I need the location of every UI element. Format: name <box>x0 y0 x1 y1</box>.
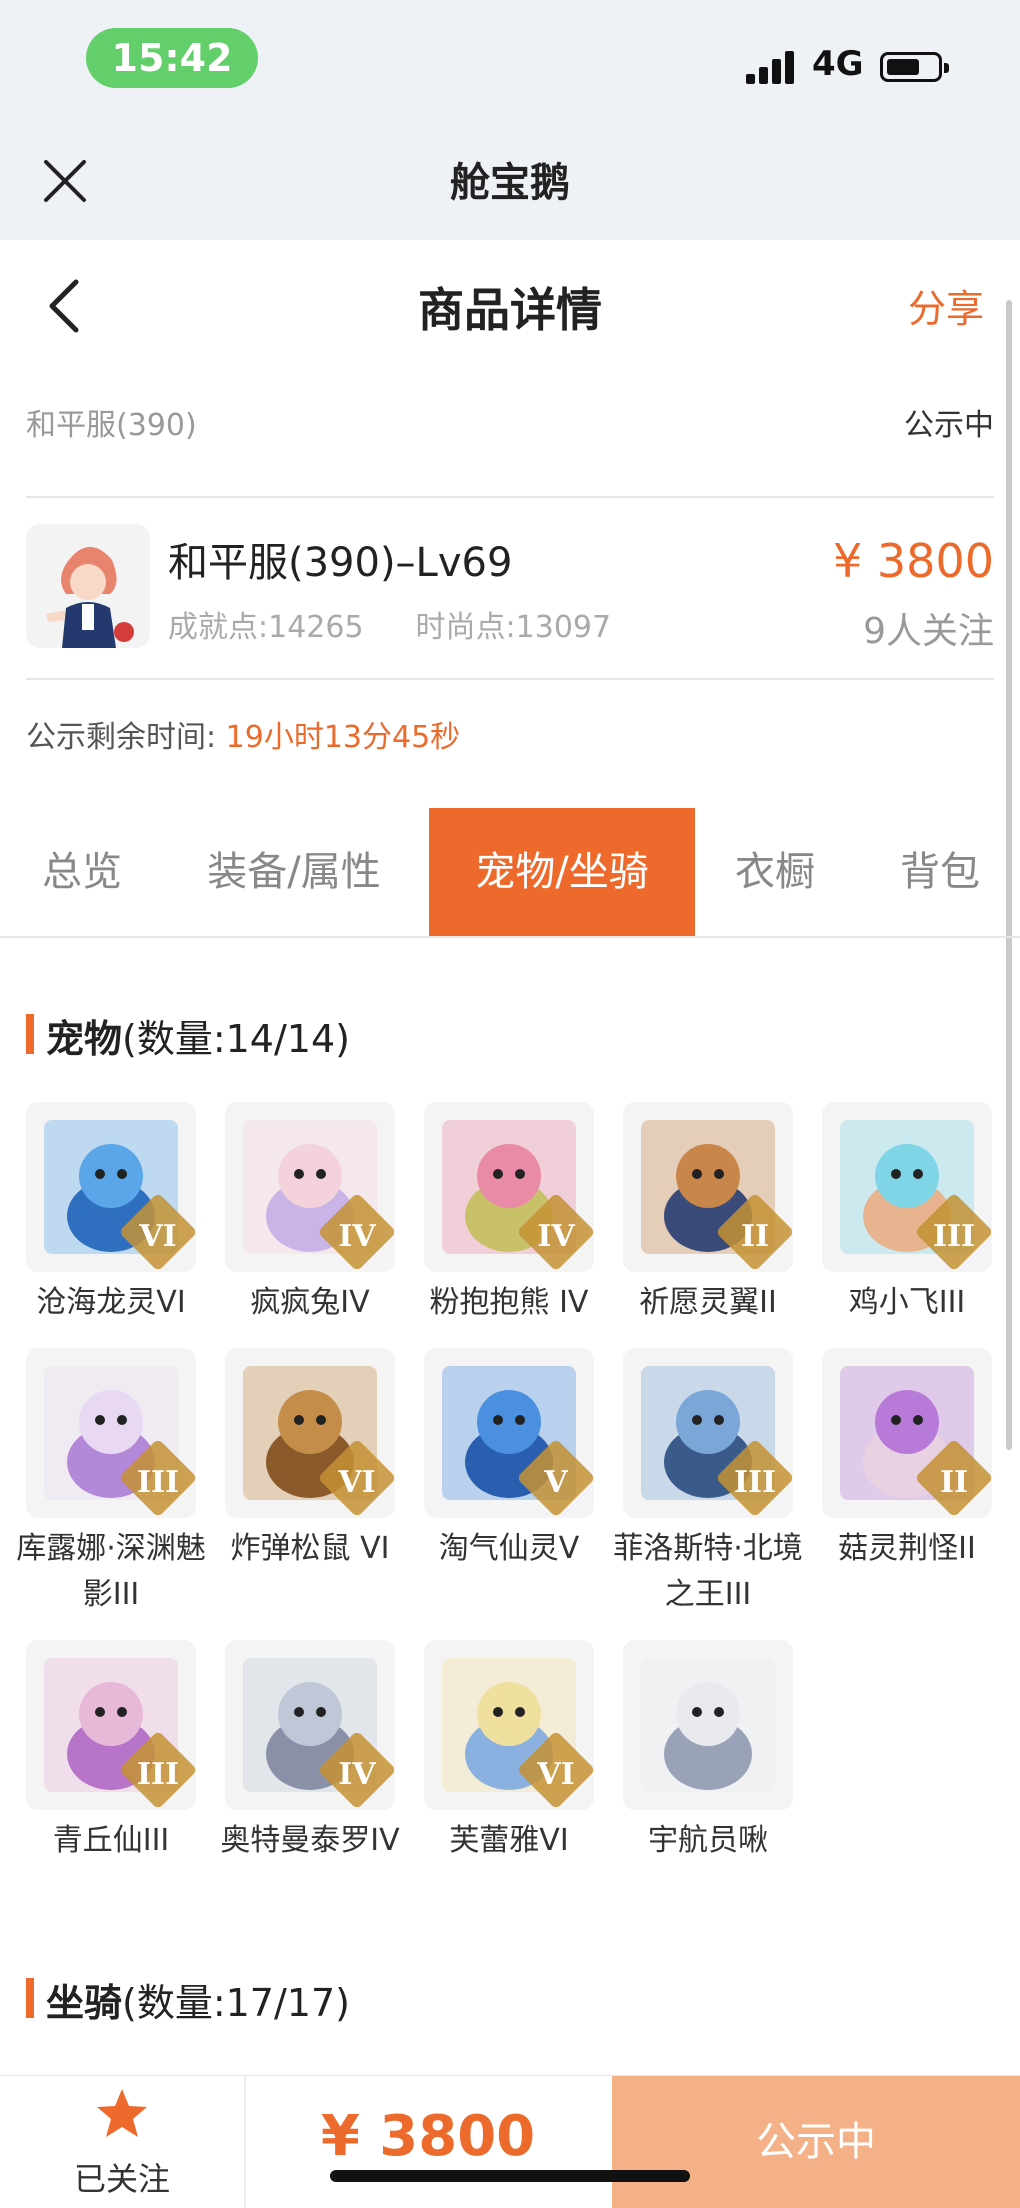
pet-thumbnail: III <box>822 1102 992 1272</box>
pet-name: 炸弹松鼠 VI <box>230 1531 390 1566</box>
action-button[interactable]: 公示中 <box>612 2076 1020 2208</box>
pet-item[interactable]: III 库露娜·深渊魅影III <box>16 1348 206 1618</box>
grade-badge-text: VI <box>338 1465 376 1500</box>
pet-thumbnail: IV <box>424 1102 594 1272</box>
server-name: 和平服(390) <box>26 408 197 443</box>
tab-pets-mounts[interactable]: 宠物/坐骑 <box>429 808 695 936</box>
network-type: 4G <box>812 44 864 84</box>
app-title: 舱宝鹅 <box>450 160 570 206</box>
pet-thumbnail: IV <box>225 1640 395 1810</box>
fashion-points: 时尚点:13097 <box>415 610 612 645</box>
pet-thumbnail: III <box>623 1348 793 1518</box>
tab-bar: 总览 装备/属性 宠物/坐骑 衣橱 背包 <box>0 808 1020 938</box>
grade-badge-text: IV <box>537 1219 575 1254</box>
grade-badge-text: V <box>544 1465 568 1500</box>
pet-item[interactable]: VI 沧海龙灵VI <box>26 1102 196 1326</box>
grade-badge-text: IV <box>338 1219 376 1254</box>
pet-item[interactable]: III 鸡小飞III <box>822 1102 992 1326</box>
pet-thumbnail: VI <box>26 1102 196 1272</box>
divider <box>26 496 994 498</box>
app-bar: 舱宝鹅 <box>0 120 1020 240</box>
countdown: 公示剩余时间: 19小时13分45秒 <box>26 712 460 756</box>
avatar <box>26 524 150 648</box>
pet-thumbnail: II <box>822 1348 992 1518</box>
battery-icon <box>880 52 949 82</box>
page-title: 商品详情 <box>418 283 602 337</box>
section-label: 坐骑 <box>46 1981 123 2025</box>
grade-badge-text: III <box>733 1465 777 1500</box>
status-bar: 15:42 4G <box>0 0 1020 120</box>
pet-thumbnail: III <box>26 1348 196 1518</box>
pet-name: 青丘仙III <box>52 1823 170 1858</box>
pet-item[interactable]: III 菲洛斯特·北境之王III <box>613 1348 803 1618</box>
pet-thumbnail: III <box>26 1640 196 1810</box>
pet-item[interactable]: II 菇灵荆怪II <box>822 1348 992 1572</box>
pet-image <box>641 1658 775 1792</box>
pet-item[interactable]: VI 芙蕾雅VI <box>424 1640 594 1864</box>
grade-badge-text: II <box>939 1465 969 1500</box>
product-price: ¥ 3800 <box>833 534 994 588</box>
grade-badge-text: VI <box>537 1757 575 1792</box>
pet-item[interactable]: VI 炸弹松鼠 VI <box>225 1348 395 1572</box>
countdown-label: 公示剩余时间: <box>26 720 217 755</box>
pet-name: 芙蕾雅VI <box>449 1823 569 1858</box>
pet-name: 鸡小飞III <box>848 1285 966 1320</box>
grade-badge-text: IV <box>338 1757 376 1792</box>
pet-thumbnail: VI <box>225 1348 395 1518</box>
pet-item[interactable]: IV 粉抱抱熊 IV <box>424 1102 594 1326</box>
nav-bar: 商品详情 分享 <box>0 240 1020 370</box>
countdown-value: 19小时13分45秒 <box>225 720 461 755</box>
pet-item[interactable]: III 青丘仙III <box>26 1640 196 1864</box>
pet-thumbnail: V <box>424 1348 594 1518</box>
grade-badge-text: III <box>932 1219 976 1254</box>
grade-badge-text: III <box>136 1757 180 1792</box>
pet-name: 粉抱抱熊 IV <box>429 1285 589 1320</box>
share-button[interactable]: 分享 <box>908 278 984 333</box>
pet-name: 菇灵荆怪II <box>838 1531 976 1566</box>
pet-name: 祈愿灵翼II <box>639 1285 777 1320</box>
bottom-bar: 已关注 ¥ 3800 公示中 <box>0 2075 1020 2208</box>
product-stats: 成就点:14265 时尚点:13097 <box>168 602 611 646</box>
pet-item[interactable]: IV 奥特曼泰罗IV <box>220 1640 400 1864</box>
section-label: 宠物 <box>46 1017 123 1061</box>
status-badge: 公示中 <box>904 408 994 443</box>
pet-name: 沧海龙灵VI <box>36 1285 186 1320</box>
grade-badge-text: III <box>136 1465 180 1500</box>
home-indicator <box>330 2170 690 2182</box>
tab-equipment[interactable]: 装备/属性 <box>184 808 404 936</box>
follower-count: 9人关注 <box>863 611 994 652</box>
star-icon <box>97 2089 147 2137</box>
product-card: 和平服(390)–Lv69 成就点:14265 时尚点:13097 ¥ 3800 … <box>26 520 994 660</box>
pet-thumbnail: IV <box>225 1102 395 1272</box>
pet-item[interactable]: IV 疯疯兔IV <box>225 1102 395 1326</box>
tab-wardrobe[interactable]: 衣橱 <box>710 808 840 936</box>
pet-thumbnail <box>623 1640 793 1810</box>
grade-badge-text: II <box>740 1219 770 1254</box>
pet-name: 菲洛斯特·北境之王III <box>613 1531 803 1612</box>
pet-name: 奥特曼泰罗IV <box>220 1823 400 1858</box>
tab-overview[interactable]: 总览 <box>0 808 164 936</box>
follow-label: 已关注 <box>73 2160 170 2198</box>
section-count: (数量:17/17) <box>122 1981 350 2025</box>
pet-item[interactable]: II 祈愿灵翼II <box>623 1102 793 1326</box>
signal-icon <box>746 50 796 84</box>
grade-badge-text: VI <box>139 1219 177 1254</box>
pet-item[interactable]: V 淘气仙灵V <box>424 1348 594 1572</box>
pet-thumbnail: II <box>623 1102 793 1272</box>
product-name: 和平服(390)–Lv69 <box>168 540 513 586</box>
section-count: (数量:14/14) <box>122 1017 350 1061</box>
pet-item[interactable]: 宇航员啾 <box>623 1640 793 1864</box>
pet-name: 宇航员啾 <box>648 1823 768 1858</box>
status-time: 15:42 <box>86 28 258 88</box>
bottom-price: ¥ 3800 <box>320 2104 536 2169</box>
pet-name: 疯疯兔IV <box>250 1285 370 1320</box>
divider <box>26 678 994 680</box>
achievement-points: 成就点:14265 <box>168 610 364 645</box>
tab-bag[interactable]: 背包 <box>870 808 1010 936</box>
server-row: 和平服(390) 公示中 <box>26 400 994 460</box>
pet-name: 淘气仙灵V <box>438 1531 580 1566</box>
follow-button[interactable]: 已关注 <box>0 2076 246 2208</box>
pet-thumbnail: VI <box>424 1640 594 1810</box>
pet-name: 库露娜·深渊魅影III <box>16 1531 206 1612</box>
